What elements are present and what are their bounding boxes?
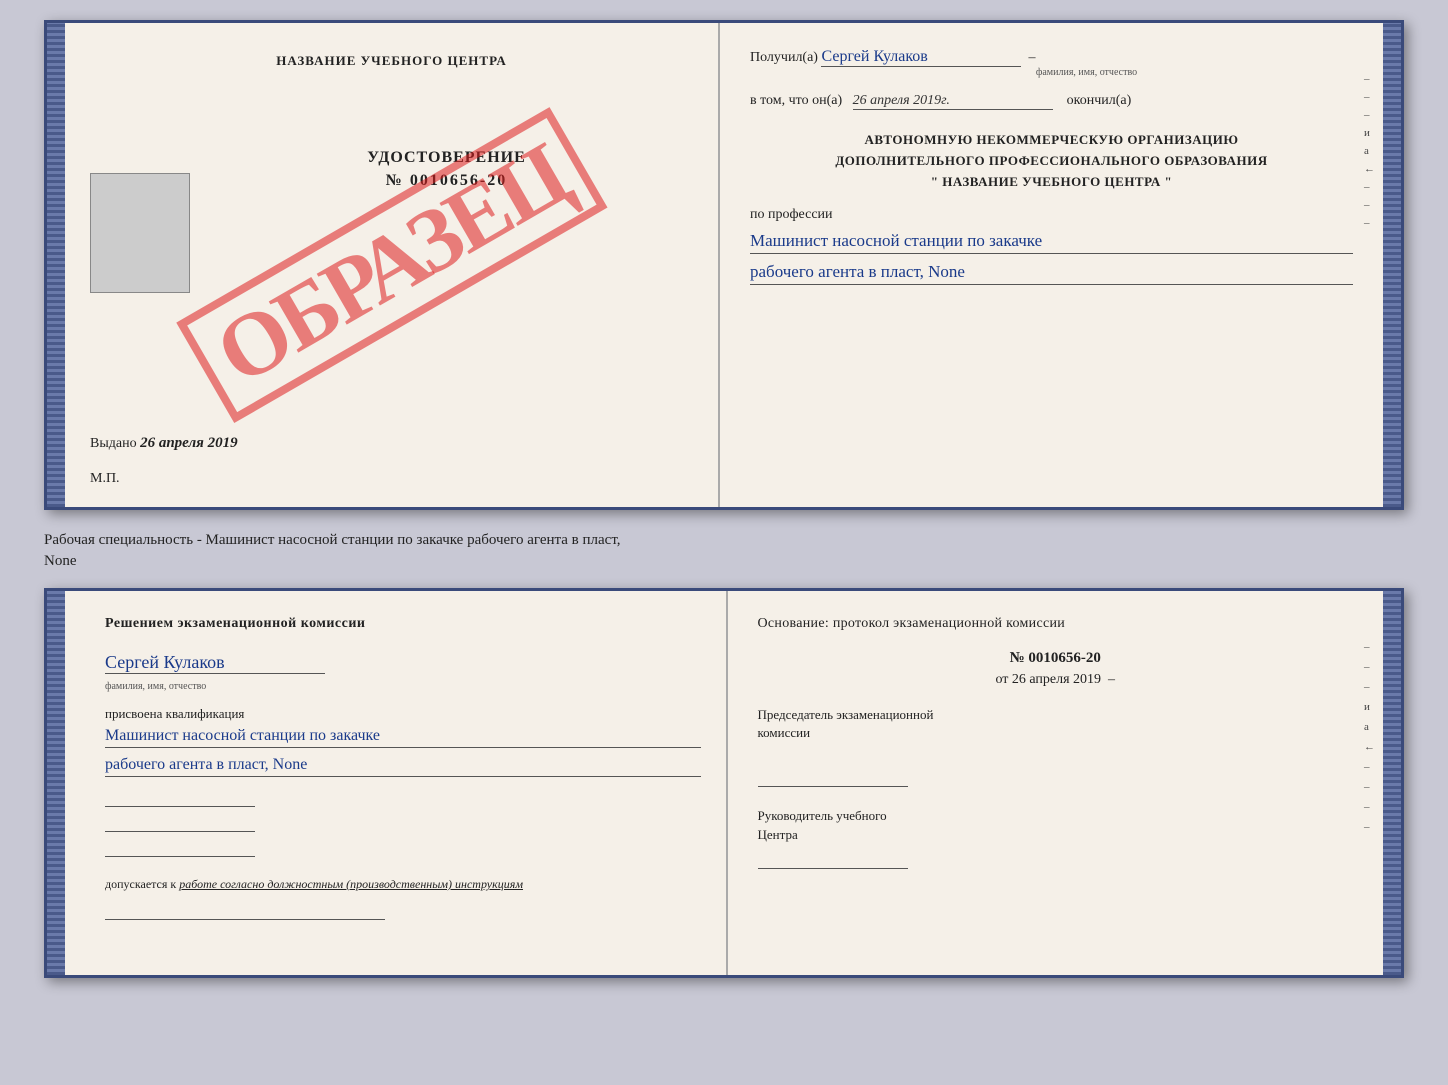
- protocol-number: № 0010656-20: [758, 650, 1354, 667]
- side-marks-bottom: – – – и а ← – – – –: [1364, 641, 1375, 833]
- date-value: 26 апреля 2019г.: [853, 93, 1053, 110]
- org-line1: АВТОНОМНУЮ НЕКОММЕРЧЕСКУЮ ОРГАНИЗАЦИЮ: [750, 130, 1353, 151]
- person-name-block: Сергей Кулаков фамилия, имя, отчество: [105, 652, 701, 694]
- protocol-date: от 26 апреля 2019 –: [758, 672, 1354, 688]
- director-label: Руководитель учебного Центра: [758, 807, 1354, 843]
- allowed-value: работе согласно должностным (производств…: [179, 877, 523, 891]
- person-name: Сергей Кулаков: [105, 652, 325, 674]
- chairman-line2: комиссии: [758, 724, 1354, 742]
- sig-line3: [105, 837, 255, 857]
- profession-label: по профессии: [750, 207, 1353, 223]
- qualification-label: присвоена квалификация: [105, 706, 701, 722]
- allowed-line: допускается к работе согласно должностны…: [105, 877, 701, 892]
- finished-label: окончил(а): [1067, 93, 1132, 108]
- org-line3: " НАЗВАНИЕ УЧЕБНОГО ЦЕНТРА ": [750, 172, 1353, 193]
- mp-label: М.П.: [90, 471, 120, 487]
- director-line1: Руководитель учебного: [758, 807, 1354, 825]
- bottom-right-page: – – – и а ← – – – – Основание: протокол …: [728, 591, 1384, 975]
- spine-left: [47, 23, 65, 507]
- issued-label: Выдано: [90, 436, 137, 451]
- received-line: Получил(а) Сергей Кулаков – фамилия, имя…: [750, 48, 1353, 78]
- bottom-certificate: Решением экзаменационной комиссии Сергей…: [44, 588, 1404, 978]
- cert-left-page: НАЗВАНИЕ УЧЕБНОГО ЦЕНТРА УДОСТОВЕРЕНИЕ №…: [65, 23, 720, 507]
- date-label: в том, что он(а): [750, 93, 842, 108]
- spine-right: [1383, 23, 1401, 507]
- recipient-name: Сергей Кулаков: [821, 48, 1021, 67]
- middle-text-block: Рабочая специальность - Машинист насосно…: [44, 522, 1404, 576]
- sig-line2: [105, 812, 255, 832]
- received-label: Получил(а): [750, 50, 818, 65]
- sig-line1: [105, 787, 255, 807]
- profession-line1: Машинист насосной станции по закачке: [750, 231, 1353, 254]
- qualification-line1: Машинист насосной станции по закачке: [105, 727, 701, 748]
- chairman-line1: Председатель экзаменационной: [758, 706, 1354, 724]
- chairman-sig: [758, 767, 908, 787]
- bottom-left-page: Решением экзаменационной комиссии Сергей…: [65, 591, 728, 975]
- middle-line2: None: [44, 551, 1404, 572]
- issued-line: Выдано 26 апреля 2019: [90, 435, 238, 452]
- school-name-top: НАЗВАНИЕ УЧЕБНОГО ЦЕНТРА: [90, 53, 693, 69]
- profession-line2: рабочего агента в пласт, None: [750, 262, 1353, 285]
- top-certificate: НАЗВАНИЕ УЧЕБНОГО ЦЕНТРА УДОСТОВЕРЕНИЕ №…: [44, 20, 1404, 510]
- issued-date: 26 апреля 2019: [140, 435, 238, 451]
- org-block: АВТОНОМНУЮ НЕКОММЕРЧЕСКУЮ ОРГАНИЗАЦИЮ ДО…: [750, 130, 1353, 192]
- protocol-date-value: 26 апреля 2019: [1012, 672, 1101, 687]
- middle-line1: Рабочая специальность - Машинист насосно…: [44, 530, 1404, 551]
- bottom-spine-right: [1383, 591, 1401, 975]
- chairman-label: Председатель экзаменационной комиссии: [758, 706, 1354, 742]
- allowed-label: допускается к: [105, 877, 176, 891]
- cert-number: № 0010656-20: [200, 172, 693, 190]
- photo-placeholder: [90, 173, 190, 293]
- protocol-date-label: от: [995, 672, 1008, 687]
- director-sig: [758, 849, 908, 869]
- cert-right-page: – – – и а ← – – – Получил(а) Сергей Кула…: [720, 23, 1383, 507]
- field-hint-top: фамилия, имя, отчество: [820, 67, 1353, 78]
- director-line2: Центра: [758, 826, 1354, 844]
- qualification-line2: рабочего агента в пласт, None: [105, 756, 701, 777]
- cert-title: УДОСТОВЕРЕНИЕ: [200, 149, 693, 167]
- field-hint-bottom: фамилия, имя, отчество: [105, 681, 206, 692]
- bottom-spine-left: [47, 591, 65, 975]
- side-marks-top: – – – и а ← – – –: [1364, 73, 1375, 229]
- sig-line-bottom: [105, 900, 385, 920]
- date-line: в том, что он(а) 26 апреля 2019г. окончи…: [750, 93, 1353, 110]
- org-line2: ДОПОЛНИТЕЛЬНОГО ПРОФЕССИОНАЛЬНОГО ОБРАЗО…: [750, 151, 1353, 172]
- commission-title: Решением экзаменационной комиссии: [105, 616, 701, 632]
- basis-text: Основание: протокол экзаменационной коми…: [758, 616, 1354, 632]
